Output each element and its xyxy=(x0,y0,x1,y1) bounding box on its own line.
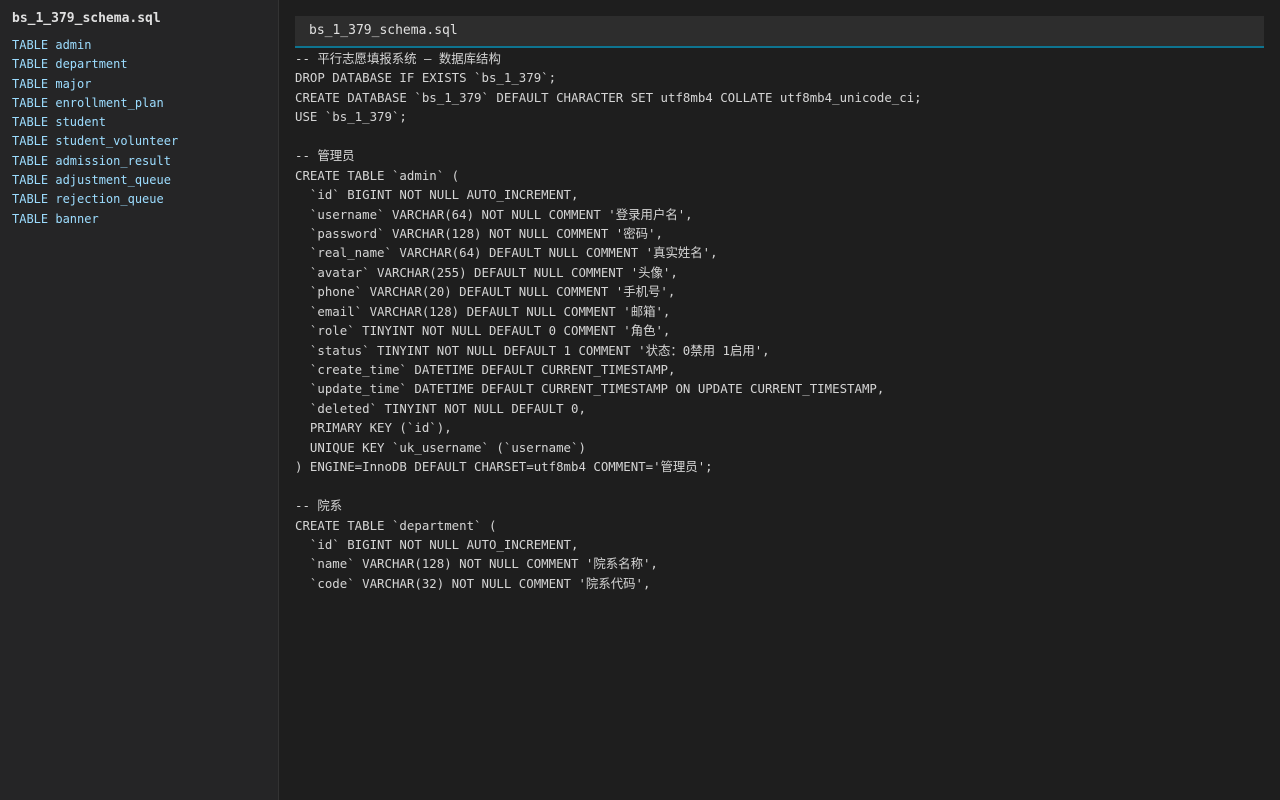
code-line: `id` BIGINT NOT NULL AUTO_INCREMENT, xyxy=(295,536,579,552)
table-list: TABLE admin TABLE department TABLE major… xyxy=(12,36,278,229)
code-line: `deleted` TINYINT NOT NULL DEFAULT 0, xyxy=(295,400,586,416)
tab-schema-file[interactable]: bs_1_379_schema.sql xyxy=(309,23,458,39)
sidebar-item-admin[interactable]: TABLE admin xyxy=(12,36,278,55)
code-line: `update_time` DATETIME DEFAULT CURRENT_T… xyxy=(295,381,885,397)
code-line: -- 平行志愿填报系统 — 数据库结构 xyxy=(295,51,501,66)
code-line: -- 管理员 xyxy=(295,148,355,164)
code-line: CREATE TABLE `department` ( xyxy=(295,517,497,533)
sidebar-item-student[interactable]: TABLE student xyxy=(12,113,278,132)
code-line: USE `bs_1_379`; xyxy=(295,109,407,125)
code-line: -- 院系 xyxy=(295,498,343,514)
sidebar-item-banner[interactable]: TABLE banner xyxy=(12,210,278,229)
sidebar-item-major[interactable]: TABLE major xyxy=(12,75,278,94)
code-line: ) ENGINE=InnoDB DEFAULT CHARSET=utf8mb4 … xyxy=(295,459,713,475)
code-line: PRIMARY KEY (`id`), xyxy=(295,420,452,436)
code-line: DROP DATABASE IF EXISTS `bs_1_379`; xyxy=(295,70,557,86)
schema-sidebar: bs_1_379_schema.sql TABLE admin TABLE de… xyxy=(0,0,279,800)
code-line: UNIQUE KEY `uk_username` (`username`) xyxy=(295,439,586,455)
app-window: bs_1_379_schema.sql TABLE admin TABLE de… xyxy=(0,0,1280,800)
code-line: `create_time` DATETIME DEFAULT CURRENT_T… xyxy=(295,362,676,377)
sidebar-item-enrollment-plan[interactable]: TABLE enrollment_plan xyxy=(12,94,278,113)
code-line: `name` VARCHAR(128) NOT NULL COMMENT '院系… xyxy=(295,556,658,572)
code-line: `role` TINYINT NOT NULL DEFAULT 0 COMMEN… xyxy=(295,323,671,339)
code-line: `password` VARCHAR(128) NOT NULL COMMENT… xyxy=(295,225,663,241)
code-line: CREATE DATABASE `bs_1_379` DEFAULT CHARA… xyxy=(295,89,922,105)
sidebar-item-student-volunteer[interactable]: TABLE student_volunteer xyxy=(12,132,278,151)
code-line: `email` VARCHAR(128) DEFAULT NULL COMMEN… xyxy=(295,303,671,319)
sql-code-block[interactable]: -- 平行志愿填报系统 — 数据库结构 DROP DATABASE IF EXIS… xyxy=(295,48,1264,593)
code-line: `phone` VARCHAR(20) DEFAULT NULL COMMENT… xyxy=(295,284,676,300)
code-line: `username` VARCHAR(64) NOT NULL COMMENT … xyxy=(295,206,693,222)
sidebar-item-adjustment-queue[interactable]: TABLE adjustment_queue xyxy=(12,171,278,190)
sidebar-file-title: bs_1_379_schema.sql xyxy=(12,11,161,26)
editor-tab-bar: bs_1_379_schema.sql xyxy=(295,16,1264,48)
sidebar-item-admission-result[interactable]: TABLE admission_result xyxy=(12,152,278,171)
code-line: `real_name` VARCHAR(64) DEFAULT NULL COM… xyxy=(295,245,718,261)
code-line: `code` VARCHAR(32) NOT NULL COMMENT '院系代… xyxy=(295,575,651,591)
sidebar-item-department[interactable]: TABLE department xyxy=(12,55,278,74)
code-line: CREATE TABLE `admin` ( xyxy=(295,167,460,183)
code-line: `avatar` VARCHAR(255) DEFAULT NULL COMME… xyxy=(295,264,678,280)
editor-pane: bs_1_379_schema.sql -- 平行志愿填报系统 — 数据库结构 D… xyxy=(279,0,1280,800)
sidebar-item-rejection-queue[interactable]: TABLE rejection_queue xyxy=(12,190,278,209)
code-line: `id` BIGINT NOT NULL AUTO_INCREMENT, xyxy=(295,187,579,203)
code-line: `status` TINYINT NOT NULL DEFAULT 1 COMM… xyxy=(295,342,770,358)
